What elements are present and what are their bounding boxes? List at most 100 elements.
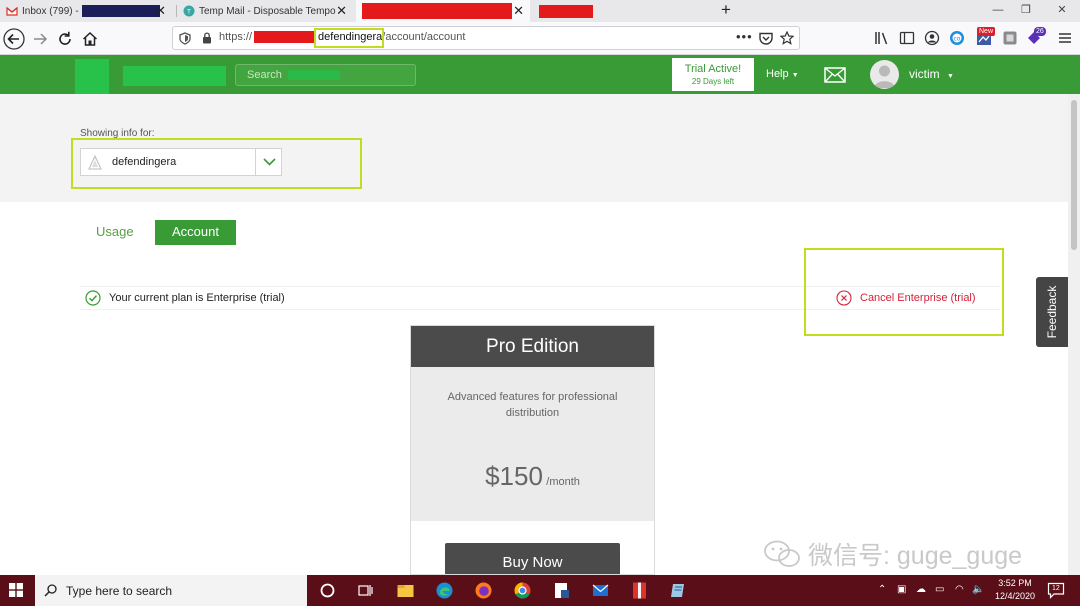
highlight-box-url [314, 28, 384, 48]
caret-down-icon: ▼ [791, 72, 799, 79]
search-placeholder: Search [247, 69, 282, 81]
new-badge: New [977, 27, 996, 36]
tab-temp-mail[interactable]: T Temp Mail - Disposable Tempo ✕ [177, 0, 353, 22]
extension-icon[interactable]: co [949, 30, 965, 46]
mail-icon[interactable] [824, 67, 846, 83]
account-icon[interactable] [924, 30, 940, 46]
new-tab-button[interactable]: + [716, 0, 736, 22]
price-amount: $150 [485, 461, 543, 491]
plan-description: Advanced features for professional distr… [447, 391, 618, 419]
cortana-icon[interactable] [318, 581, 337, 600]
tab-account[interactable]: Account [155, 220, 236, 245]
username: victim [909, 67, 940, 81]
url-path: /account/account [382, 31, 466, 43]
sidebar-icon[interactable] [899, 30, 915, 46]
feedback-label: Feedback [1045, 285, 1059, 339]
windows-taskbar: Type here to search ⌃ ▣ ☁ ▭ ◠ 🔈 3:52 PM … [0, 575, 1080, 606]
reload-icon[interactable] [55, 29, 75, 49]
meet-now-icon[interactable]: ▣ [897, 584, 906, 595]
edge-icon[interactable] [435, 581, 454, 600]
taskbar-search-input[interactable]: Type here to search [35, 575, 307, 606]
minimize-icon[interactable]: — [984, 0, 1012, 22]
svg-text:T: T [186, 9, 191, 16]
tab-active[interactable]: ✕ [356, 0, 530, 22]
restore-icon[interactable]: ❐ [1012, 0, 1040, 22]
pricing-card-pro: Pro Edition Advanced features for profes… [410, 325, 655, 575]
svg-text:co: co [954, 36, 961, 43]
file-explorer-icon[interactable] [396, 581, 415, 600]
firefox-icon[interactable] [474, 581, 493, 600]
clock-date: 12/4/2020 [994, 591, 1036, 601]
bookmark-star-icon[interactable] [780, 31, 794, 45]
trial-status-button[interactable]: Trial Active! 29 Days left [672, 58, 754, 91]
notification-count: 12 [1052, 585, 1060, 592]
close-tab-icon[interactable]: ✕ [155, 3, 166, 19]
address-bar[interactable]: https:// defendingera/account/account ••… [172, 26, 800, 50]
extension-grey-icon[interactable] [1002, 30, 1018, 46]
onedrive-icon[interactable]: ☁ [916, 584, 926, 595]
task-view-icon[interactable] [356, 581, 375, 600]
help-menu[interactable]: Help ▼ [766, 68, 799, 80]
forward-icon[interactable] [31, 29, 51, 49]
taskbar-clock[interactable]: 3:52 PM 12/4/2020 [993, 577, 1037, 603]
wifi-icon[interactable]: ◠ [955, 584, 964, 595]
menu-icon[interactable] [1057, 30, 1073, 46]
redacted-block [362, 3, 512, 19]
mail-app-icon[interactable] [591, 581, 610, 600]
browser-tab-strip: Inbox (799) - ✕ T Temp Mail - Disposable… [0, 0, 1080, 22]
plan-title: Pro Edition [411, 326, 654, 367]
feedback-button[interactable]: Feedback [1036, 277, 1068, 347]
library-icon[interactable] [874, 30, 890, 46]
battery-icon[interactable]: ▭ [935, 584, 944, 595]
notification-badge: 26 [1034, 27, 1046, 36]
help-label: Help [766, 68, 789, 80]
watermark-text: 微信号: guge_guge [808, 542, 1023, 570]
redacted-block [288, 70, 340, 80]
back-icon[interactable] [3, 28, 25, 50]
windows-start-icon[interactable] [9, 583, 23, 597]
redacted-block [81, 5, 160, 17]
temp-mail-icon: T [183, 5, 195, 17]
user-menu[interactable]: victim ▼ [909, 67, 954, 81]
notes-app-icon[interactable] [669, 581, 688, 600]
site-header: Search Trial Active! 29 Days left Help ▼… [0, 55, 1080, 94]
highlight-box-cancel [804, 248, 1004, 336]
trial-days-left: 29 Days left [691, 77, 735, 86]
site-logo[interactable] [75, 59, 109, 94]
tab-label: Temp Mail - Disposable Tempo [199, 5, 336, 17]
current-plan-text: Your current plan is Enterprise (trial) [109, 292, 285, 304]
document-app-icon[interactable] [552, 581, 571, 600]
close-window-icon[interactable]: ✕ [1048, 0, 1076, 22]
lock-icon [203, 32, 211, 44]
trial-title: Trial Active! [684, 63, 742, 75]
caret-down-icon: ▼ [947, 73, 954, 80]
home-icon[interactable] [80, 29, 100, 49]
scrollbar-thumb[interactable] [1071, 100, 1077, 250]
taskbar-search-placeholder: Type here to search [66, 584, 173, 598]
pocket-icon[interactable] [759, 32, 773, 45]
tab-gmail-inbox[interactable]: Inbox (799) - ✕ [0, 0, 172, 22]
gmail-icon [6, 6, 18, 16]
site-brand-name[interactable] [123, 66, 226, 86]
site-search-input[interactable]: Search [235, 64, 416, 86]
page-scrollbar[interactable] [1068, 94, 1080, 575]
user-avatar-icon [874, 65, 895, 88]
watermark: 微信号: guge_guge [762, 536, 1022, 572]
tab-redacted[interactable] [533, 0, 713, 22]
close-tab-icon[interactable]: ✕ [513, 3, 524, 19]
redacted-block [254, 31, 317, 43]
more-actions-icon[interactable]: ••• [736, 29, 753, 44]
avatar[interactable] [870, 60, 899, 89]
close-tab-icon[interactable]: ✕ [336, 3, 347, 19]
highlight-box-org [71, 138, 362, 189]
redacted-block [539, 4, 593, 18]
red-app-icon[interactable] [630, 581, 649, 600]
url-scheme: https:// [219, 31, 253, 43]
volume-icon[interactable]: 🔈 [972, 584, 984, 595]
chrome-icon[interactable] [513, 581, 532, 600]
tab-usage[interactable]: Usage [96, 224, 134, 239]
show-hidden-icons[interactable]: ⌃ [878, 584, 886, 595]
notifications-button[interactable]: 12 [1047, 582, 1065, 599]
search-icon [44, 584, 57, 597]
buy-now-button[interactable]: Buy Now [445, 543, 620, 574]
